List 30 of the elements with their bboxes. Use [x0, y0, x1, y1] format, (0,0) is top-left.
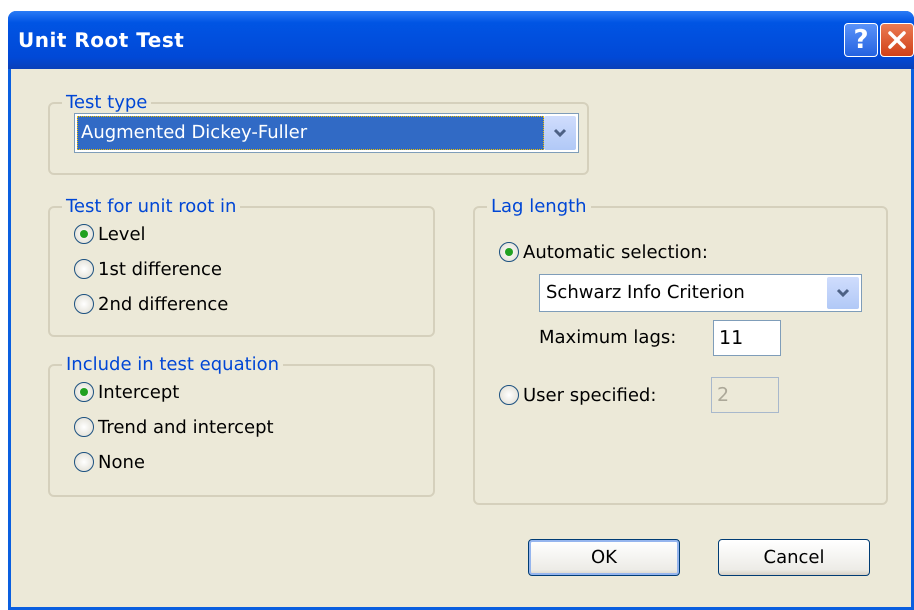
radio-button[interactable]: [74, 417, 94, 438]
radio-button[interactable]: [499, 242, 519, 262]
radio-label[interactable]: Trend and intercept: [98, 414, 274, 441]
radio-button[interactable]: [74, 452, 94, 472]
window-title: Unit Root Test: [18, 27, 186, 54]
radio-button[interactable]: [74, 294, 94, 314]
dialog-button[interactable]: OK: [528, 539, 680, 576]
radio-label[interactable]: Automatic selection:: [523, 238, 708, 266]
radio-label[interactable]: None: [98, 448, 145, 476]
field-label: Maximum lags:: [539, 326, 678, 350]
radio-button[interactable]: [499, 385, 519, 406]
dropdown[interactable]: Augmented Dickey-Fuller: [74, 112, 579, 153]
dropdown[interactable]: Schwarz Info Criterion: [539, 274, 862, 312]
group-label: Include in test equation: [65, 355, 280, 375]
group-label: Lag length: [490, 197, 588, 217]
radio-label[interactable]: 2nd difference: [98, 290, 228, 318]
radio-button[interactable]: [74, 259, 94, 280]
radio-label[interactable]: Level: [98, 220, 146, 248]
group-label: Test type: [65, 93, 148, 113]
dialog-button[interactable]: Cancel: [718, 539, 870, 576]
help-button[interactable]: ?: [844, 23, 878, 57]
radio-label[interactable]: User specified:: [523, 382, 707, 409]
close-button[interactable]: [880, 23, 914, 57]
group-label: Test for unit root in: [65, 197, 238, 217]
close-icon[interactable]: [887, 30, 907, 50]
radio-button[interactable]: [74, 382, 94, 402]
radio-label[interactable]: Intercept: [98, 378, 180, 406]
radio-button[interactable]: [74, 224, 94, 244]
radio-label[interactable]: 1st difference: [98, 256, 222, 283]
input-field[interactable]: 11: [713, 320, 781, 356]
